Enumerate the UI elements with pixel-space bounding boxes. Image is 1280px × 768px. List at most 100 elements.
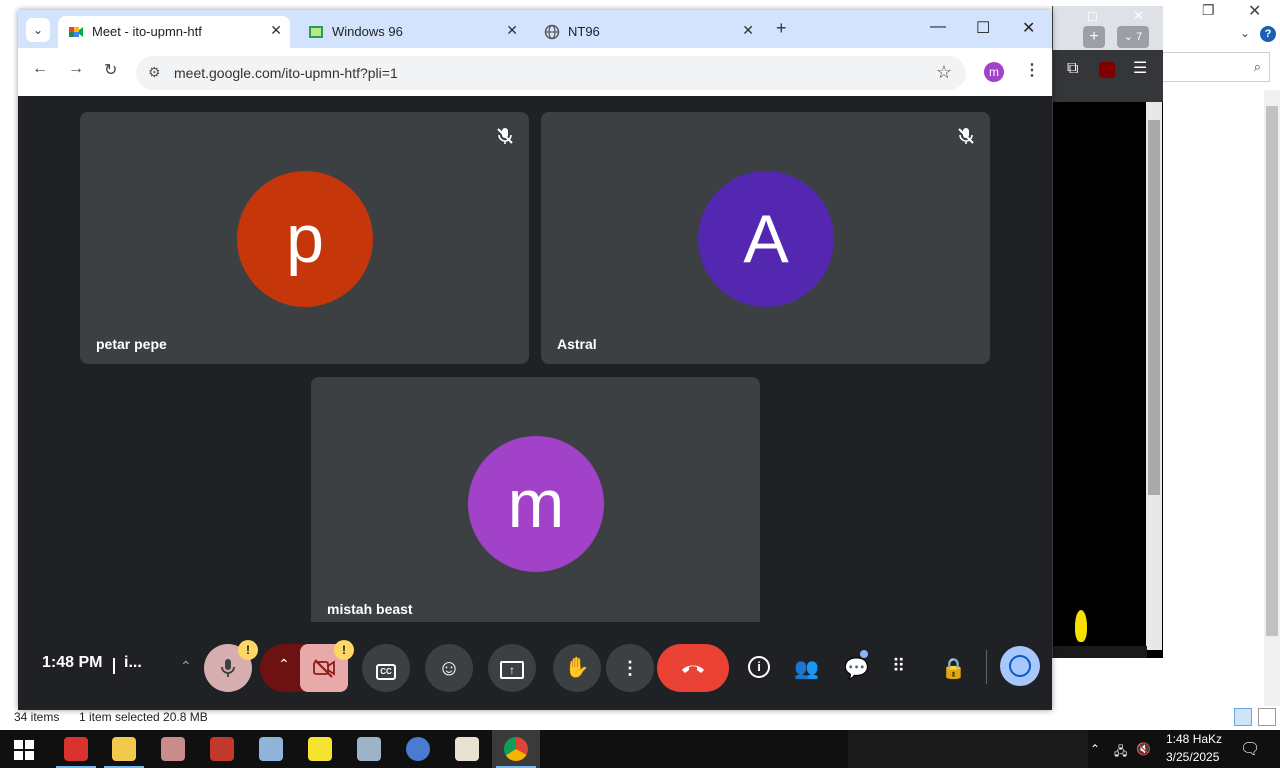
participant-name: mistah beast (327, 601, 413, 617)
scrollbar-thumb[interactable] (1148, 120, 1160, 495)
minimize-icon[interactable]: — (930, 18, 946, 36)
participant-avatar: m (468, 436, 604, 572)
host-controls-icon[interactable]: 🔒 (941, 656, 966, 681)
meeting-code[interactable]: i... (124, 654, 142, 672)
new-tab-icon[interactable]: + (1083, 26, 1105, 48)
people-icon[interactable]: 👥 (794, 656, 819, 681)
timer-button[interactable] (1000, 646, 1040, 686)
taskbar-app-8[interactable] (394, 730, 442, 768)
tab-nt96[interactable]: NT96 ✕ (534, 16, 762, 48)
banana-image (1075, 610, 1087, 642)
details-view-icon[interactable] (1234, 708, 1252, 726)
close-icon[interactable]: ✕ (1133, 8, 1144, 24)
present-button[interactable]: ↑ (488, 644, 536, 692)
taskbar-app-6[interactable] (296, 730, 344, 768)
more-options-button[interactable]: ⋮ (606, 644, 654, 692)
explorer-search-input[interactable]: ⌕ (1160, 52, 1270, 82)
participant-tile-mistah-beast[interactable]: m mistah beast (311, 377, 760, 629)
taskbar-app-3[interactable] (149, 730, 197, 768)
close-tab-icon[interactable]: ✕ (742, 22, 754, 39)
show-hidden-icons-chevron-icon[interactable]: ⌃ (1090, 742, 1100, 756)
browser-toolbar: ← → ↻ ⚙ meet.google.com/ito-upmn-htf?pli… (18, 48, 1052, 96)
site-info-icon[interactable]: ⚙ (148, 64, 161, 81)
mic-icon (221, 659, 235, 677)
tab-label: Meet - ito-upmn-htf (92, 24, 202, 39)
mic-warning-badge: ! (238, 640, 258, 660)
audio-options-chevron-icon[interactable]: ⌃ (180, 658, 192, 675)
explorer-scrollbar[interactable] (1264, 90, 1280, 706)
video-off-icon (313, 659, 335, 678)
maximize-icon[interactable]: ☐ (1087, 10, 1098, 24)
divider (113, 658, 115, 674)
taskbar-chrome[interactable] (492, 730, 540, 768)
back-icon[interactable]: ← (32, 60, 48, 78)
chat-icon[interactable]: 💬 (844, 656, 869, 681)
tab-meet[interactable]: Meet - ito-upmn-htf ✕ (58, 16, 290, 48)
help-icon[interactable]: ? (1260, 26, 1276, 42)
close-tab-icon[interactable]: ✕ (270, 22, 282, 39)
tab-strip: ⌄ Meet - ito-upmn-htf ✕ Windows 96 ✕ NT9… (18, 10, 1052, 48)
tab-search-button[interactable]: ⌄ (26, 18, 50, 42)
close-tab-icon[interactable]: ✕ (506, 22, 518, 39)
taskbar-app-1[interactable] (52, 730, 100, 768)
maximize-icon[interactable]: ☐ (976, 18, 990, 38)
app-crab-icon (210, 737, 234, 761)
forward-icon[interactable]: → (68, 60, 84, 78)
taskbar-app-5[interactable] (247, 730, 295, 768)
extensions-icon[interactable]: ⧉ (1067, 60, 1078, 78)
app-red-icon (64, 737, 88, 761)
close-window-icon[interactable]: ✕ (1022, 18, 1035, 38)
captions-button[interactable]: CC (362, 644, 410, 692)
participant-tile-astral[interactable]: A Astral (541, 112, 990, 364)
ublock-icon[interactable] (1099, 62, 1115, 78)
status-selected: 1 item selected 20.8 MB (79, 710, 208, 724)
close-icon[interactable]: ✕ (1248, 1, 1261, 21)
status-items: 34 items (14, 710, 60, 724)
taskbar-file-explorer[interactable] (100, 730, 148, 768)
google-meet-icon (69, 27, 83, 37)
meeting-details-icon[interactable]: i (748, 656, 770, 678)
reload-icon[interactable]: ↻ (104, 60, 117, 80)
tab-windows96[interactable]: Windows 96 ✕ (298, 16, 526, 48)
raise-hand-button[interactable]: ✋ (553, 644, 601, 692)
tray-time[interactable]: 1:48 HaKz (1166, 732, 1222, 746)
taskbar-app-4[interactable] (198, 730, 246, 768)
reactions-button[interactable]: ☺ (425, 644, 473, 692)
taskbar-app-7[interactable] (345, 730, 393, 768)
app-globe-icon (406, 737, 430, 761)
url-text[interactable]: meet.google.com/ito-upmn-htf?pli=1 (174, 65, 398, 81)
spongebob-icon (308, 737, 332, 761)
app-monitor-icon (357, 737, 381, 761)
participant-name: petar pepe (96, 336, 167, 352)
taskbar-app-9[interactable] (443, 730, 491, 768)
background-scrollbar[interactable] (1146, 102, 1162, 650)
java-icon (455, 737, 479, 761)
leave-call-button[interactable] (657, 644, 729, 692)
background-browser-window: + ⌄ 7 ☐ ✕ ⧉ ☰ (1052, 6, 1163, 658)
present-screen-icon: ↑ (500, 661, 524, 679)
tab-count-badge[interactable]: ⌄ 7 (1117, 26, 1149, 48)
chrome-menu-icon[interactable]: ⋮ (1024, 60, 1040, 80)
alarm-clock-icon (1009, 655, 1031, 677)
taskbar-empty-area (848, 730, 1088, 768)
background-tabstrip: + ⌄ 7 ☐ ✕ (1053, 6, 1163, 50)
new-tab-button[interactable]: + (776, 18, 787, 39)
scrollbar-thumb[interactable] (1266, 106, 1278, 636)
participant-tile-petar[interactable]: p petar pepe (80, 112, 529, 364)
menu-icon[interactable]: ☰ (1133, 58, 1147, 78)
chat-notification-dot (860, 650, 868, 658)
start-button[interactable] (14, 740, 34, 760)
volume-muted-icon[interactable]: 🔇 (1136, 742, 1151, 756)
profile-avatar[interactable]: m (984, 62, 1004, 82)
chrome-icon (504, 737, 528, 761)
chevron-down-icon[interactable]: ⌄ (1240, 26, 1250, 40)
bookmark-star-icon[interactable]: ☆ (936, 62, 952, 83)
tiles-view-icon[interactable] (1258, 708, 1276, 726)
activities-icon[interactable]: ⠿ (892, 656, 905, 677)
background-hscroll[interactable] (1053, 646, 1147, 658)
tray-date[interactable]: 3/25/2025 (1166, 750, 1219, 764)
network-icon[interactable]: 🖧 (1114, 742, 1127, 763)
address-bar[interactable]: ⚙ meet.google.com/ito-upmn-htf?pli=1 ☆ (136, 56, 966, 90)
restore-icon[interactable]: ❐ (1202, 2, 1215, 19)
notifications-icon[interactable]: 🗨 (1240, 739, 1260, 759)
